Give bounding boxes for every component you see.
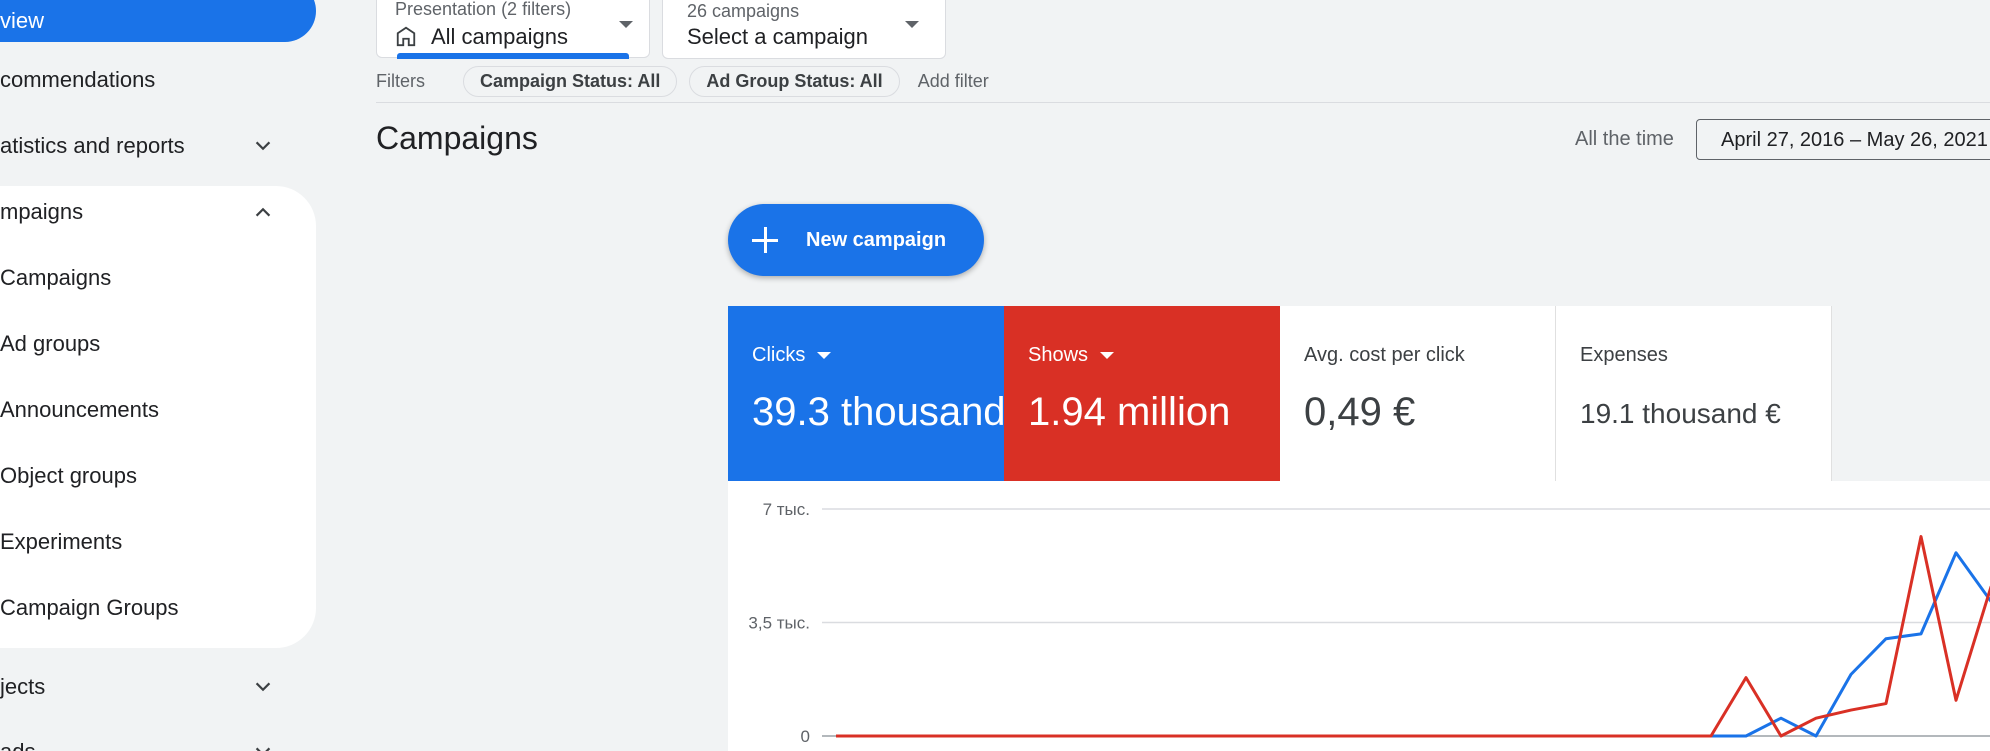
sidebar-item-ads[interactable]: ads: [0, 719, 316, 751]
chevron-down-icon: [255, 747, 271, 751]
metric-label: Avg. cost per click: [1304, 344, 1465, 366]
presentation-dropdown[interactable]: Presentation (2 filters) All campaigns: [376, 0, 650, 59]
caret-down-icon: [1100, 352, 1115, 359]
metric-value: 39.3 thousand: [752, 390, 1006, 434]
building-icon: [396, 26, 416, 47]
sidebar-item-label: Ad groups: [0, 331, 101, 356]
sidebar-item-label: Campaigns: [0, 265, 112, 290]
sidebar-item-campaigns[interactable]: Campaigns: [0, 245, 316, 311]
presentation-active-indicator: [397, 53, 629, 59]
clicks-series-line: [836, 551, 1990, 738]
add-filter-button[interactable]: Add filter: [918, 71, 989, 92]
campaign-select-value: Select a campaign: [687, 24, 868, 49]
metric-cards: Clicks 39.3 thousand Shows 1.94 million …: [728, 306, 1832, 481]
page-title: Campaigns: [376, 120, 538, 156]
metric-label: Shows: [1028, 344, 1115, 367]
filters-label: Filters: [376, 70, 425, 91]
y-tick-label: 3,5 тыс.: [748, 614, 810, 633]
sidebar-item-label: atistics and reports: [0, 133, 185, 158]
ad-group-status-chip[interactable]: Ad Group Status: All: [689, 65, 900, 97]
performance-chart: 7 тыс. 3,5 тыс. 0: [728, 481, 1990, 751]
sidebar-item-recommendations[interactable]: commendations: [0, 47, 316, 113]
caret-down-icon: [905, 21, 919, 28]
y-tick-label: 7 тыс.: [763, 500, 810, 519]
campaign-count-caption: 26 campaigns: [687, 1, 800, 21]
chart-svg: 7 тыс. 3,5 тыс. 0: [748, 500, 1990, 746]
sidebar-item-label: Announcements: [0, 397, 159, 422]
sidebar: view commendations atistics and reports …: [0, 0, 320, 751]
metric-card-shows[interactable]: Shows 1.94 million: [1004, 306, 1280, 481]
sidebar-item-announcements[interactable]: Announcements: [0, 377, 316, 443]
sidebar-item-label: commendations: [0, 67, 156, 92]
metric-value: 1.94 million: [1028, 390, 1231, 434]
campaign-status-chip[interactable]: Campaign Status: All: [463, 65, 678, 97]
sidebar-item-label: Experiments: [0, 529, 123, 554]
metric-card-avg-cpc[interactable]: Avg. cost per click 0,49 €: [1280, 306, 1556, 481]
plus-icon: [752, 227, 778, 253]
new-campaign-label: New campaign: [806, 228, 947, 251]
chevron-down-icon: [255, 682, 271, 692]
metric-label: Clicks: [752, 344, 832, 367]
caret-down-icon: [619, 21, 633, 28]
metric-value: 19.1 thousand €: [1580, 398, 1781, 429]
metric-value: 0,49 €: [1304, 390, 1416, 434]
metric-card-expenses[interactable]: Expenses 19.1 thousand €: [1556, 306, 1832, 481]
sidebar-item-experiments[interactable]: Experiments: [0, 509, 316, 575]
date-range-label: All the time: [1575, 128, 1674, 150]
shows-series-line: [836, 535, 1990, 738]
sidebar-item-object-groups[interactable]: Object groups: [0, 443, 316, 509]
sidebar-item-label: mpaigns: [0, 199, 84, 224]
presentation-value: All campaigns: [431, 24, 568, 49]
sidebar-item-campaign-groups[interactable]: Campaign Groups: [0, 575, 316, 641]
sidebar-item-ad-groups[interactable]: Ad groups: [0, 311, 316, 377]
sidebar-item-label: ads: [0, 739, 35, 751]
campaign-select-dropdown[interactable]: 26 campaigns Select a campaign: [662, 0, 946, 59]
new-campaign-button[interactable]: New campaign: [728, 204, 984, 276]
metric-label: Expenses: [1580, 344, 1668, 366]
caret-down-icon: [817, 352, 832, 359]
metric-card-clicks[interactable]: Clicks 39.3 thousand: [728, 306, 1006, 481]
date-range-picker[interactable]: April 27, 2016 – May 26, 2021: [1696, 119, 1990, 160]
sidebar-item-label: Object groups: [0, 463, 137, 488]
divider: [376, 102, 1990, 103]
sidebar-item-label: view: [0, 8, 45, 33]
sidebar-item-campaigns-section[interactable]: mpaigns: [0, 179, 316, 245]
chevron-up-icon: [255, 207, 271, 217]
presentation-caption: Presentation (2 filters): [395, 0, 572, 19]
sidebar-item-statistics[interactable]: atistics and reports: [0, 113, 316, 179]
sidebar-item-label: Campaign Groups: [0, 595, 179, 620]
sidebar-item-objects[interactable]: jects: [0, 654, 316, 720]
y-tick-label: 0: [801, 727, 810, 746]
sidebar-item-label: jects: [0, 674, 46, 699]
filters-row: Filters Campaign Status: All Ad Group St…: [376, 64, 989, 98]
chevron-down-icon: [255, 141, 271, 151]
sidebar-item-view[interactable]: view: [0, 0, 316, 42]
